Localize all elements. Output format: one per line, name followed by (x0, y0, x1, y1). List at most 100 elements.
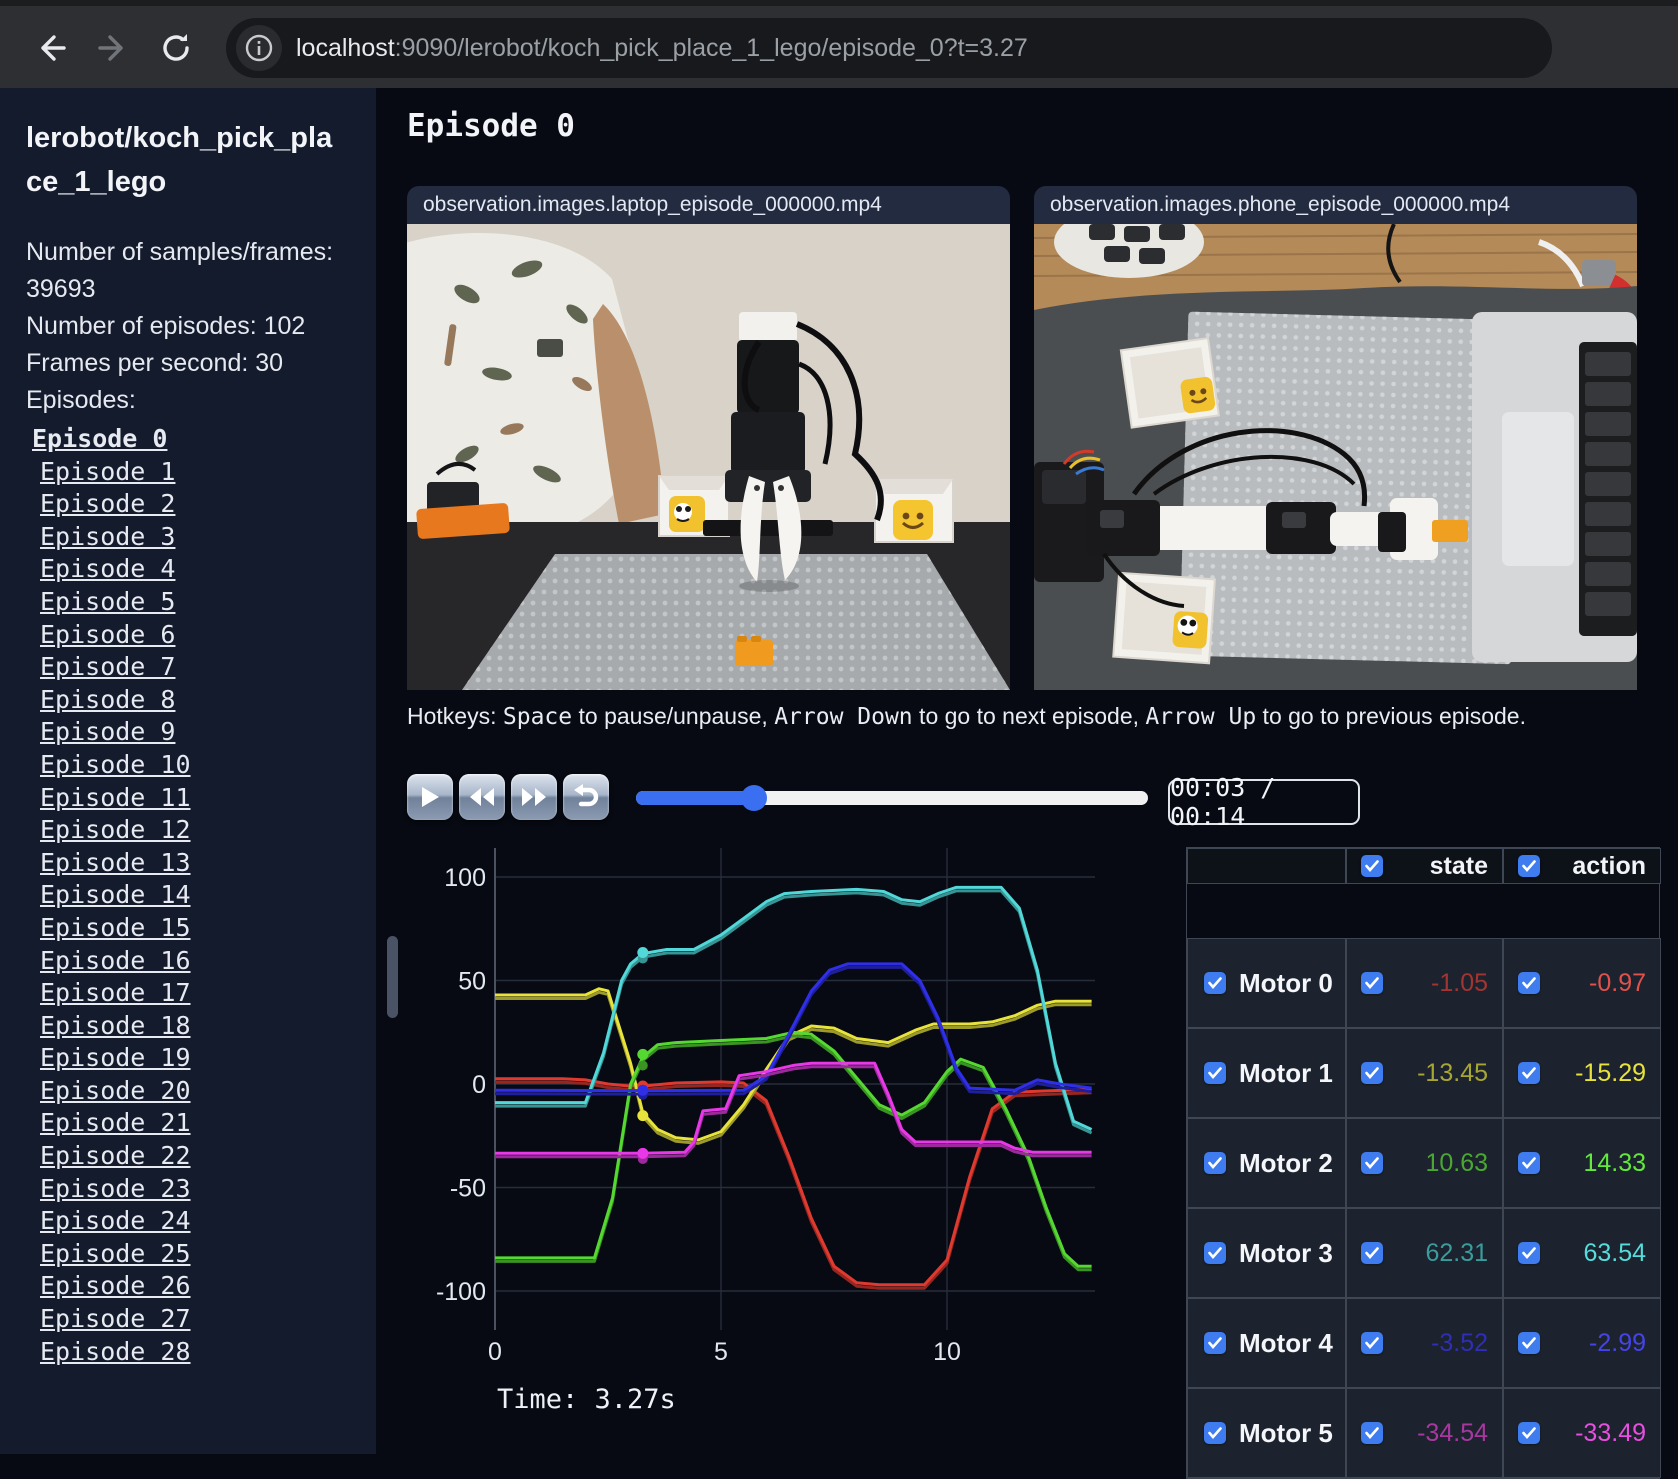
episode-link-7[interactable]: Episode 7 (40, 651, 376, 684)
episode-link-25[interactable]: Episode 25 (40, 1238, 376, 1271)
motor-state-checkbox[interactable] (1361, 1422, 1383, 1444)
phone-video[interactable] (1034, 224, 1637, 690)
slider-fill (636, 791, 754, 805)
svg-text:0: 0 (472, 1071, 486, 1099)
motor-action-checkbox[interactable] (1518, 1062, 1540, 1084)
episode-link-26[interactable]: Episode 26 (40, 1270, 376, 1303)
forward-icon[interactable] (94, 28, 134, 68)
motor-checkbox[interactable] (1204, 972, 1226, 994)
motor-state-checkbox[interactable] (1361, 1062, 1383, 1084)
episode-link-20[interactable]: Episode 20 (40, 1075, 376, 1108)
action-header-cell: action (1503, 848, 1661, 884)
sidebar: lerobot/koch_pick_place_1_lego Number of… (0, 88, 376, 1454)
stat-samples: Number of samples/frames: 39693 (26, 238, 334, 303)
episode-link-12[interactable]: Episode 12 (40, 814, 376, 847)
url-bar[interactable]: localhost:9090/lerobot/koch_pick_place_1… (226, 18, 1552, 78)
state-header-cell: state (1346, 848, 1503, 884)
stat-episodes: Number of episodes: 102 (26, 312, 306, 340)
episode-link-3[interactable]: Episode 3 (40, 521, 376, 554)
motor-state-checkbox[interactable] (1361, 1152, 1383, 1174)
video-card-laptop: observation.images.laptop_episode_000000… (407, 186, 1010, 690)
motor-checkbox[interactable] (1204, 1152, 1226, 1174)
browser-toolbar: localhost:9090/lerobot/koch_pick_place_1… (0, 0, 1678, 88)
motor-chart[interactable]: 100 50 0 -50 -100 0 5 10 (410, 840, 1110, 1415)
svg-text:5: 5 (714, 1338, 728, 1366)
motor-state-checkbox[interactable] (1361, 972, 1383, 994)
motor-state-cell: 62.31 (1346, 1208, 1503, 1298)
episode-link-24[interactable]: Episode 24 (40, 1205, 376, 1238)
motor-action-cell: -15.29 (1503, 1028, 1661, 1118)
video-seek-slider[interactable] (636, 785, 1148, 811)
motor-label-cell: Motor 1 (1187, 1028, 1346, 1118)
episode-link-2[interactable]: Episode 2 (40, 488, 376, 521)
slider-thumb[interactable] (740, 785, 767, 811)
motor-state-checkbox[interactable] (1361, 1242, 1383, 1264)
motor-state-value: 62.31 (1425, 1238, 1488, 1267)
loop-button[interactable] (563, 774, 609, 820)
episode-link-16[interactable]: Episode 16 (40, 945, 376, 978)
episode-link-9[interactable]: Episode 9 (40, 716, 376, 749)
episode-link-18[interactable]: Episode 18 (40, 1010, 376, 1043)
motor-state-value: -1.05 (1431, 968, 1488, 997)
episode-link-8[interactable]: Episode 8 (40, 684, 376, 717)
episode-link-13[interactable]: Episode 13 (40, 847, 376, 880)
episode-link-28[interactable]: Episode 28 (40, 1336, 376, 1369)
motor-checkbox[interactable] (1204, 1242, 1226, 1264)
video-card-phone: observation.images.phone_episode_000000.… (1034, 186, 1637, 690)
episode-link-0[interactable]: Episode 0 (32, 423, 376, 456)
episode-link-14[interactable]: Episode 14 (40, 879, 376, 912)
url-text: localhost:9090/lerobot/koch_pick_place_1… (296, 34, 1028, 63)
motor-label: Motor 5 (1239, 1417, 1333, 1448)
episode-link-1[interactable]: Episode 1 (40, 456, 376, 489)
episode-link-11[interactable]: Episode 11 (40, 782, 376, 815)
play-button[interactable] (407, 774, 453, 820)
motor-checkbox[interactable] (1204, 1062, 1226, 1084)
action-column-checkbox[interactable] (1518, 855, 1540, 877)
state-column-checkbox[interactable] (1361, 855, 1383, 877)
episode-list: Episode 0 Episode 1 Episode 2 Episode 3 Epis… (26, 423, 376, 1368)
episode-link-19[interactable]: Episode 19 (40, 1042, 376, 1075)
back-icon[interactable] (30, 28, 70, 68)
episode-link-17[interactable]: Episode 17 (40, 977, 376, 1010)
hotkey-text: to go to previous episode. (1256, 703, 1526, 729)
motor-action-value: -33.49 (1575, 1418, 1646, 1447)
motor-state-value: -34.54 (1417, 1418, 1488, 1447)
episodes-label: Episodes: (26, 386, 136, 414)
motor-action-checkbox[interactable] (1518, 1332, 1540, 1354)
motor-action-value: -0.97 (1589, 968, 1646, 997)
episode-link-6[interactable]: Episode 6 (40, 619, 376, 652)
motor-action-value: 14.33 (1583, 1148, 1646, 1177)
motor-table: state action Motor 0 -1.05 -0.97 Motor 1… (1186, 847, 1661, 1479)
fast-forward-button[interactable] (511, 774, 557, 820)
motor-action-checkbox[interactable] (1518, 1152, 1540, 1174)
motor-label-cell: Motor 3 (1187, 1208, 1346, 1298)
motor-label-cell: Motor 0 (1187, 938, 1346, 1028)
site-info-icon[interactable] (236, 25, 282, 71)
motor-action-checkbox[interactable] (1518, 1422, 1540, 1444)
main-scrollbar-thumb[interactable] (387, 936, 398, 1018)
episode-link-22[interactable]: Episode 22 (40, 1140, 376, 1173)
motor-checkbox[interactable] (1204, 1422, 1226, 1444)
hotkey-key: Arrow Up (1145, 704, 1257, 730)
motor-checkbox[interactable] (1204, 1332, 1226, 1354)
episode-link-21[interactable]: Episode 21 (40, 1107, 376, 1140)
episode-link-10[interactable]: Episode 10 (40, 749, 376, 782)
motor-state-checkbox[interactable] (1361, 1332, 1383, 1354)
laptop-video[interactable] (407, 224, 1010, 690)
hotkey-text: Hotkeys: (407, 703, 503, 729)
motor-action-checkbox[interactable] (1518, 1242, 1540, 1264)
motor-action-cell: 63.54 (1503, 1208, 1661, 1298)
episode-link-15[interactable]: Episode 15 (40, 912, 376, 945)
rewind-button[interactable] (459, 774, 505, 820)
motor-label: Motor 3 (1239, 1237, 1333, 1268)
motor-action-checkbox[interactable] (1518, 972, 1540, 994)
reload-icon[interactable] (156, 28, 196, 68)
motor-label-cell: Motor 5 (1187, 1388, 1346, 1478)
episode-link-23[interactable]: Episode 23 (40, 1173, 376, 1206)
motor-label-cell: Motor 2 (1187, 1118, 1346, 1208)
episode-link-4[interactable]: Episode 4 (40, 553, 376, 586)
motor-action-cell: 14.33 (1503, 1118, 1661, 1208)
episode-link-27[interactable]: Episode 27 (40, 1303, 376, 1336)
episode-link-5[interactable]: Episode 5 (40, 586, 376, 619)
hotkeys-help: Hotkeys: Space to pause/unpause, Arrow D… (407, 703, 1526, 730)
